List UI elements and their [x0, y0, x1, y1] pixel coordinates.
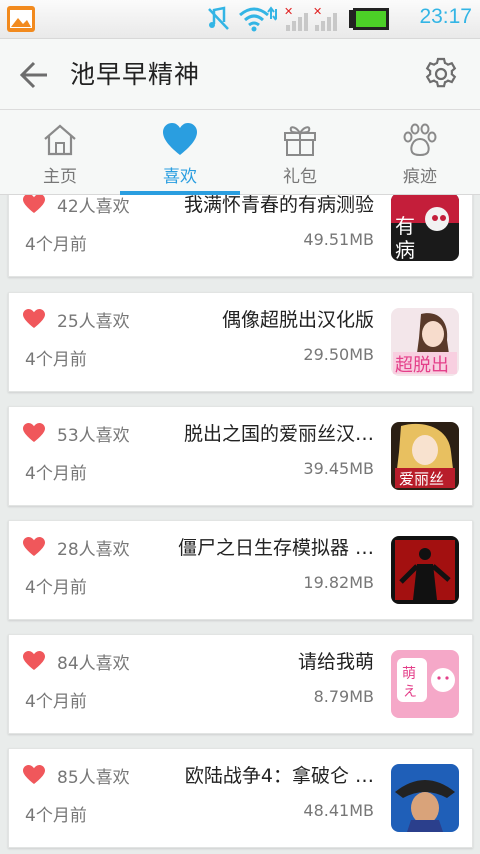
svg-text:病: 病	[395, 238, 415, 261]
status-time: 23:17	[419, 5, 472, 28]
file-size: 49.51MB	[303, 230, 374, 249]
paw-icon	[403, 123, 437, 156]
tab-favorites[interactable]: 喜欢	[120, 110, 240, 195]
game-thumbnail	[391, 536, 459, 604]
time-ago: 4个月前	[25, 350, 87, 370]
wifi-icon	[239, 6, 277, 32]
heart-icon	[163, 123, 197, 155]
svg-text:え: え	[403, 684, 417, 700]
like-count: 53人喜欢	[57, 426, 130, 446]
time-ago: 4个月前	[25, 806, 87, 826]
time-ago: 4个月前	[25, 578, 87, 598]
gift-icon	[284, 126, 316, 156]
game-name: 欧陆战争4：拿破仑 …	[184, 765, 374, 787]
heart-icon	[23, 195, 45, 213]
heart-icon	[23, 651, 45, 670]
file-size: 19.82MB	[303, 573, 374, 592]
list-item[interactable]: 85人喜欢 4个月前 欧陆战争4：拿破仑 … 48.41MB	[8, 748, 473, 848]
home-icon	[44, 124, 76, 156]
game-name: 僵尸之日生存模拟器 …	[177, 537, 374, 559]
file-size: 29.50MB	[303, 345, 374, 364]
list-item[interactable]: 84人喜欢 4个月前 请给我萌 8.79MB 萌 え	[8, 634, 473, 734]
like-count: 25人喜欢	[57, 312, 130, 332]
list-item[interactable]: 28人喜欢 4个月前 僵尸之日生存模拟器 … 19.82MB	[8, 520, 473, 620]
app-header: 池早早精神	[0, 39, 480, 110]
time-ago: 4个月前	[25, 692, 87, 712]
svg-text:爱丽丝: 爱丽丝	[399, 470, 444, 488]
list-item[interactable]: 42人喜欢 4个月前 我满怀青春的有病测验 49.51MB 有 病	[8, 195, 473, 277]
tab-history[interactable]: 痕迹	[360, 110, 480, 194]
game-thumbnail: 萌 え	[391, 650, 459, 718]
file-size: 48.41MB	[303, 801, 374, 820]
svg-text:✕: ✕	[313, 5, 322, 18]
gallery-icon	[7, 6, 35, 32]
svg-text:超脱出: 超脱出	[395, 355, 449, 376]
file-size: 39.45MB	[303, 459, 374, 478]
list-item[interactable]: 25人喜欢 4个月前 偶像超脱出汉化版 29.50MB 超脱出	[8, 292, 473, 392]
tab-home[interactable]: 主页	[0, 110, 120, 194]
tab-label: 喜欢	[163, 167, 197, 187]
time-ago: 4个月前	[25, 235, 87, 255]
battery-icon	[349, 8, 389, 30]
like-count: 84人喜欢	[57, 654, 130, 674]
gear-icon[interactable]	[424, 57, 458, 91]
like-count: 28人喜欢	[57, 540, 130, 560]
heart-icon	[23, 309, 45, 328]
svg-text:✕: ✕	[284, 5, 293, 18]
tab-label: 主页	[43, 167, 77, 187]
back-arrow-icon[interactable]	[18, 59, 50, 91]
heart-icon	[23, 537, 45, 556]
page-title: 池早早精神	[70, 60, 201, 89]
signal-icon: ✕ ✕	[284, 5, 337, 31]
favorites-list: 42人喜欢 4个月前 我满怀青春的有病测验 49.51MB 有 病 25人喜欢 …	[0, 195, 480, 854]
game-name: 脱出之国的爱丽丝汉…	[183, 423, 374, 445]
game-name: 偶像超脱出汉化版	[221, 309, 374, 331]
svg-text:萌: 萌	[402, 666, 416, 682]
tab-gifts[interactable]: 礼包	[240, 110, 360, 194]
game-thumbnail: 有 病	[391, 195, 459, 261]
file-size: 8.79MB	[313, 687, 374, 706]
game-thumbnail: 超脱出	[391, 308, 459, 376]
tab-label: 礼包	[283, 167, 317, 187]
tab-bar: 主页 喜欢 礼包 痕迹	[0, 110, 480, 195]
game-thumbnail: 爱丽丝	[391, 422, 459, 490]
tab-label: 痕迹	[403, 167, 437, 187]
status-icons: ✕ ✕	[206, 4, 390, 34]
heart-icon	[23, 423, 45, 442]
list-item[interactable]: 53人喜欢 4个月前 脱出之国的爱丽丝汉… 39.45MB 爱丽丝	[8, 406, 473, 506]
game-thumbnail	[391, 764, 459, 832]
game-name: 请给我萌	[297, 651, 374, 673]
heart-icon	[23, 765, 45, 784]
mute-icon	[208, 6, 229, 30]
like-count: 42人喜欢	[57, 197, 130, 217]
like-count: 85人喜欢	[57, 768, 130, 788]
time-ago: 4个月前	[25, 464, 87, 484]
svg-text:有: 有	[395, 214, 415, 238]
game-name: 我满怀青春的有病测验	[183, 195, 374, 216]
status-bar: ✕ ✕ 23:17	[0, 0, 480, 39]
